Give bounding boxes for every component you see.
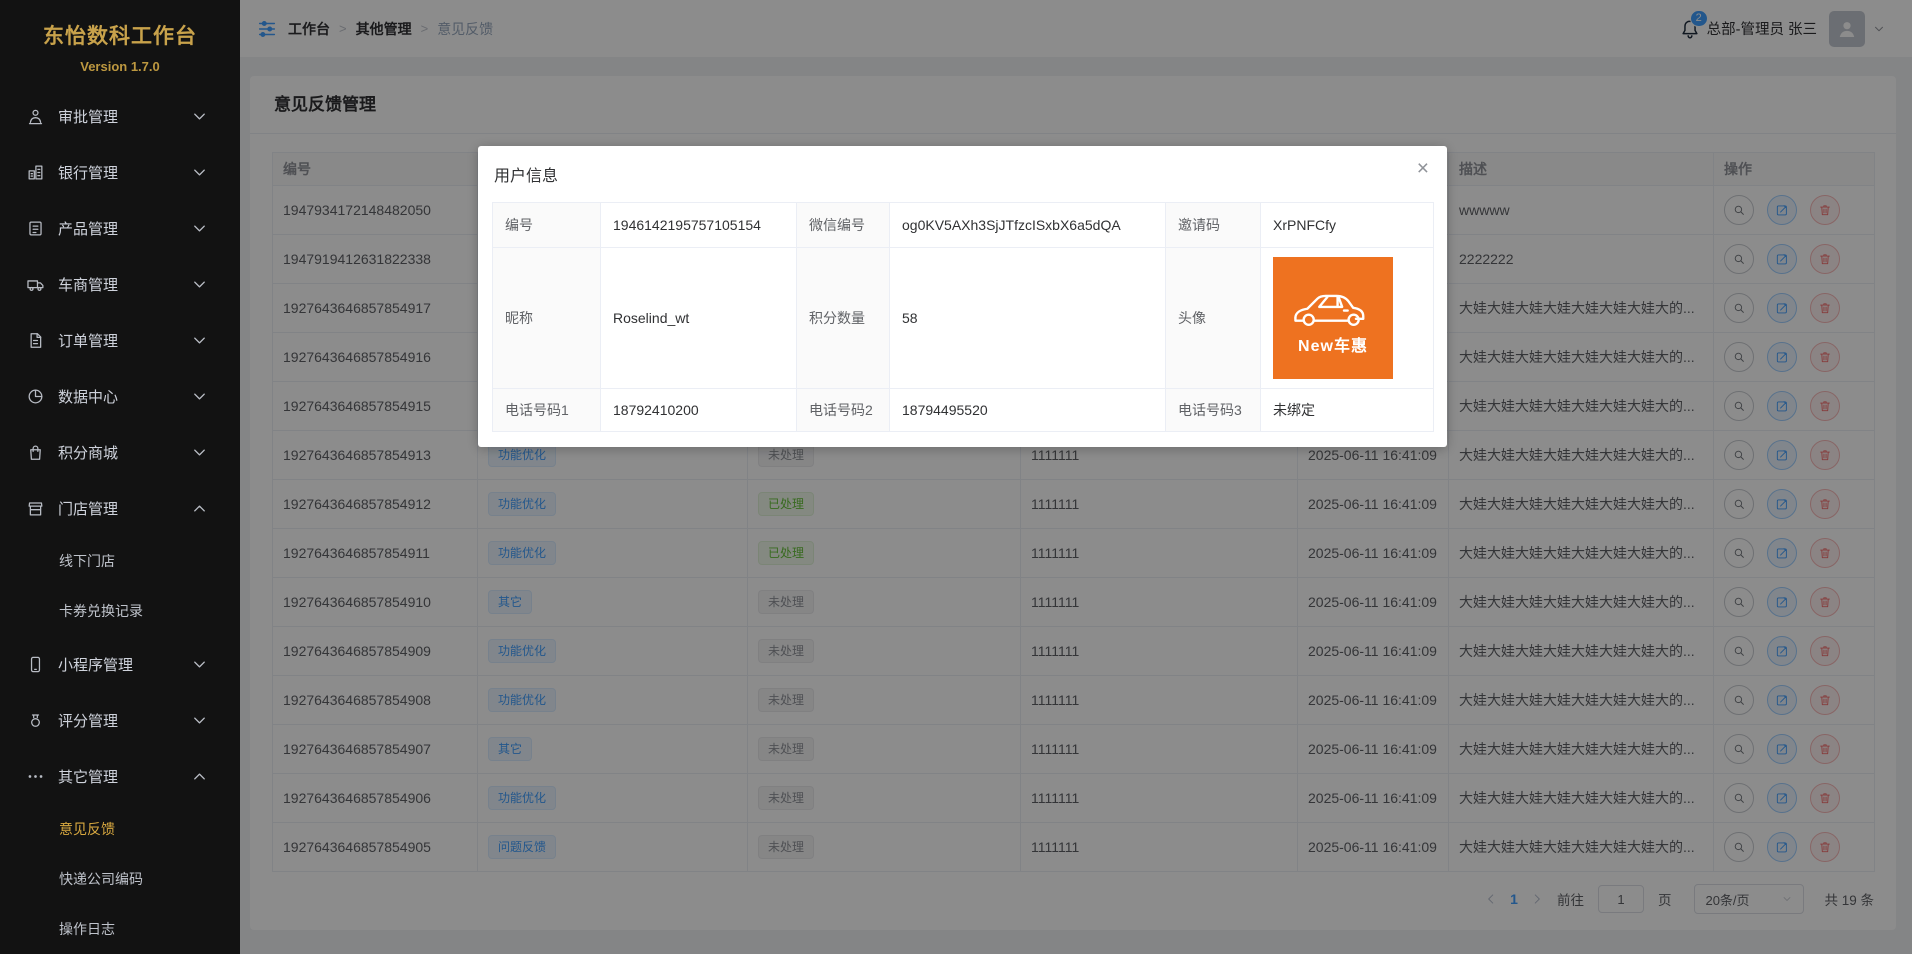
- chevron-down-icon: [190, 387, 209, 406]
- sidebar-item-label: 数据中心: [58, 386, 190, 407]
- app-title: 东怡数科工作台: [0, 20, 240, 50]
- user-info-label: 邀请码: [1166, 203, 1261, 248]
- sidebar-item-label: 银行管理: [58, 162, 190, 183]
- sidebar-item-approval[interactable]: 审批管理: [0, 88, 240, 144]
- user-info-value: 58: [890, 248, 1166, 389]
- user-info-row: 编号1946142195757105154微信编号og0KV5AXh3SjJTf…: [493, 203, 1434, 248]
- sidebar-item-rating[interactable]: 评分管理: [0, 692, 240, 748]
- user-info-label: 电话号码1: [493, 389, 601, 432]
- user-info-value: og0KV5AXh3SjJTfzcISxbX6a5dQA: [890, 203, 1166, 248]
- sidebar-item-label: 产品管理: [58, 218, 190, 239]
- sidebar-item-label: 其它管理: [58, 766, 190, 787]
- sidebar-menu: 审批管理 银行管理 产品管理 车商管理: [0, 88, 240, 954]
- user-info-label: 电话号码2: [797, 389, 890, 432]
- dealer-icon: [26, 275, 45, 294]
- chevron-up-icon: [190, 499, 209, 518]
- sidebar-subitem-offline-store[interactable]: 线下门店: [0, 536, 240, 586]
- chevron-down-icon: [190, 711, 209, 730]
- sidebar-item-label: 审批管理: [58, 106, 190, 127]
- user-avatar-image: New车惠: [1273, 257, 1393, 379]
- modal-header: 用户信息 ×: [478, 146, 1447, 198]
- order-icon: [26, 331, 45, 350]
- other-icon: [26, 767, 45, 786]
- user-info-value: XrPNFCfy: [1261, 203, 1434, 248]
- user-info-row: 昵称Roselind_wt积分数量58头像 New车惠: [493, 248, 1434, 389]
- user-info-value: 18794495520: [890, 389, 1166, 432]
- modal-body: 编号1946142195757105154微信编号og0KV5AXh3SjJTf…: [478, 198, 1447, 447]
- user-info-label: 积分数量: [797, 248, 890, 389]
- user-info-label: 电话号码3: [1166, 389, 1261, 432]
- sidebar-item-other[interactable]: 其它管理: [0, 748, 240, 804]
- user-info-value: 未绑定: [1261, 389, 1434, 432]
- sidebar-item-mini-program[interactable]: 小程序管理: [0, 636, 240, 692]
- chevron-down-icon: [190, 107, 209, 126]
- user-info-table: 编号1946142195757105154微信编号og0KV5AXh3SjJTf…: [492, 202, 1434, 432]
- chevron-down-icon: [190, 163, 209, 182]
- app-version: Version 1.7.0: [0, 59, 240, 74]
- sidebar-item-label: 小程序管理: [58, 654, 190, 675]
- user-info-label: 编号: [493, 203, 601, 248]
- sidebar-item-store[interactable]: 门店管理: [0, 480, 240, 536]
- sidebar-item-data-center[interactable]: 数据中心: [0, 368, 240, 424]
- sidebar-item-points-mall[interactable]: 积分商城: [0, 424, 240, 480]
- sidebar-item-label: 评分管理: [58, 710, 190, 731]
- user-info-value: Roselind_wt: [601, 248, 797, 389]
- user-info-label: 头像: [1166, 248, 1261, 389]
- sidebar-subitem-operation-log[interactable]: 操作日志: [0, 904, 240, 954]
- sidebar-item-label: 积分商城: [58, 442, 190, 463]
- user-info-value: 1946142195757105154: [601, 203, 797, 248]
- chevron-down-icon: [190, 275, 209, 294]
- chevron-down-icon: [190, 331, 209, 350]
- user-info-value-avatar: New车惠: [1261, 248, 1434, 389]
- modal-overlay: [240, 0, 1912, 954]
- sidebar-item-bank[interactable]: 银行管理: [0, 144, 240, 200]
- user-info-label: 昵称: [493, 248, 601, 389]
- chevron-down-icon: [190, 655, 209, 674]
- user-info-value: 18792410200: [601, 389, 797, 432]
- sidebar-item-product[interactable]: 产品管理: [0, 200, 240, 256]
- chevron-down-icon: [190, 219, 209, 238]
- sidebar-subitem-coupon-redeem-log[interactable]: 卡券兑换记录: [0, 586, 240, 636]
- sidebar-item-label: 门店管理: [58, 498, 190, 519]
- bank-icon: [26, 163, 45, 182]
- chevron-down-icon: [190, 443, 209, 462]
- data-icon: [26, 387, 45, 406]
- sidebar-subitem-express-code[interactable]: 快递公司编码: [0, 854, 240, 904]
- sidebar-item-order[interactable]: 订单管理: [0, 312, 240, 368]
- chevron-up-icon: [190, 767, 209, 786]
- approval-icon: [26, 107, 45, 126]
- sidebar-item-label: 车商管理: [58, 274, 190, 295]
- user-info-row: 电话号码118792410200电话号码218794495520电话号码3未绑定: [493, 389, 1434, 432]
- sidebar: 东怡数科工作台 Version 1.7.0 审批管理 银行管理 产品管理: [0, 0, 240, 954]
- miniapp-icon: [26, 655, 45, 674]
- product-icon: [26, 219, 45, 238]
- close-icon[interactable]: ×: [1417, 158, 1429, 179]
- modal-title: 用户信息: [494, 168, 558, 185]
- user-info-label: 微信编号: [797, 203, 890, 248]
- sidebar-subitem-feedback[interactable]: 意见反馈: [0, 804, 240, 854]
- avatar-brand-text: New车惠: [1298, 332, 1368, 356]
- sidebar-item-label: 订单管理: [58, 330, 190, 351]
- rating-icon: [26, 711, 45, 730]
- mall-icon: [26, 443, 45, 462]
- store-icon: [26, 499, 45, 518]
- sidebar-item-dealer[interactable]: 车商管理: [0, 256, 240, 312]
- user-info-modal: 用户信息 × 编号1946142195757105154微信编号og0KV5AX…: [478, 146, 1447, 447]
